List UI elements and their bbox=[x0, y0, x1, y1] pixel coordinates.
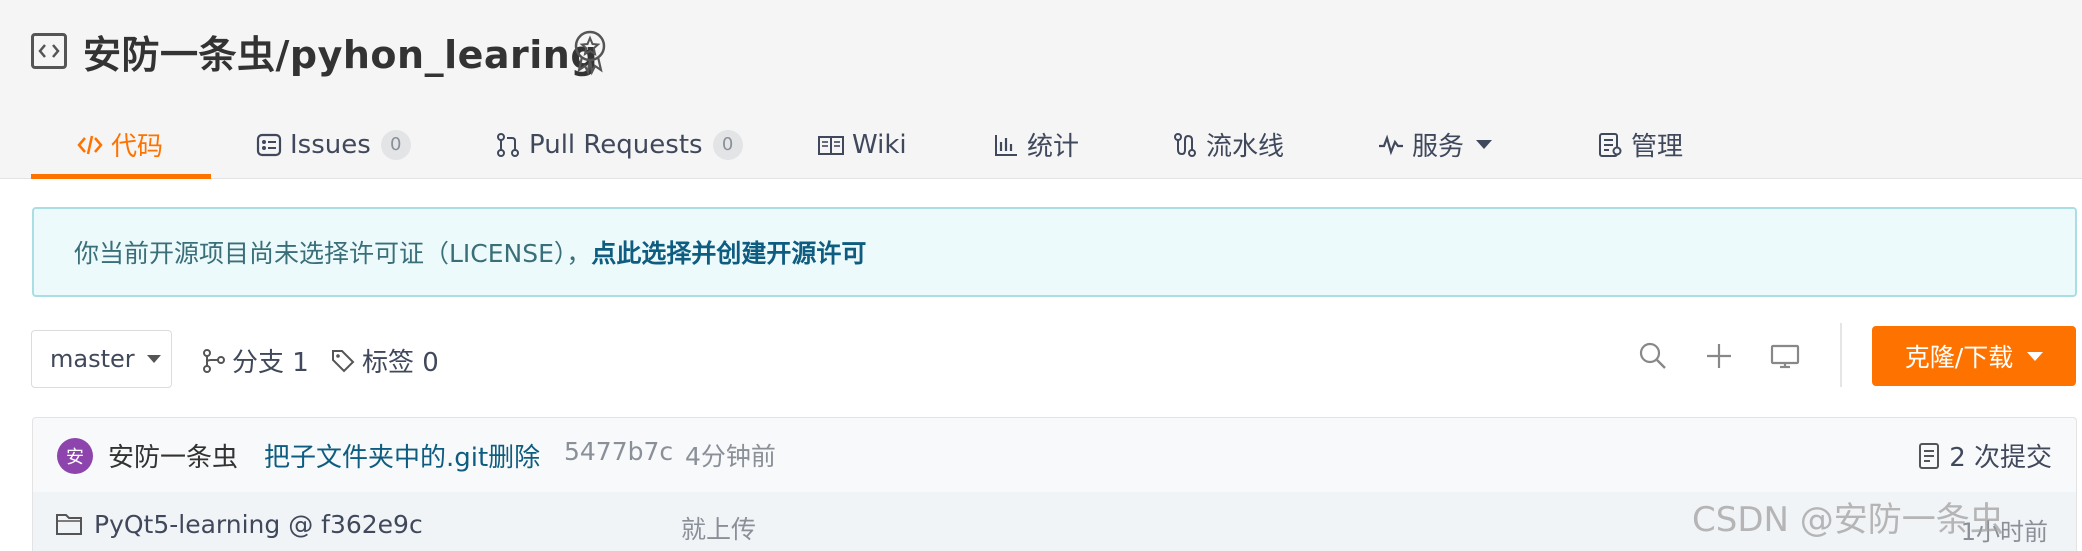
search-icon[interactable] bbox=[1637, 340, 1669, 372]
manage-icon bbox=[1597, 132, 1623, 158]
tab-manage-label: 管理 bbox=[1631, 132, 1684, 162]
tab-issues-label: Issues bbox=[290, 129, 371, 160]
tab-stats-label: 统计 bbox=[1027, 132, 1080, 162]
pipeline-icon bbox=[1172, 132, 1198, 158]
file-name-link[interactable]: PyQt5-learning @ f362e9c bbox=[94, 510, 423, 539]
pulse-icon bbox=[1378, 132, 1404, 158]
toolbar-divider bbox=[1840, 323, 1842, 387]
wiki-icon bbox=[818, 132, 844, 158]
branch-icon bbox=[203, 348, 225, 373]
chevron-down-icon bbox=[2027, 351, 2044, 361]
tags-link[interactable]: 标签 0 bbox=[330, 342, 439, 379]
commit-hash[interactable]: 5477b7c bbox=[564, 437, 673, 466]
tab-stats[interactable]: 统计 bbox=[993, 110, 1079, 179]
commit-message-link[interactable]: 把子文件夹中的.git删除 bbox=[264, 437, 540, 474]
repo-title[interactable]: 安防一条虫/pyhon_learing bbox=[83, 24, 598, 79]
add-file-icon[interactable] bbox=[1703, 340, 1735, 372]
tab-code-label: 代码 bbox=[111, 132, 164, 162]
tag-icon bbox=[332, 349, 355, 372]
tab-issues[interactable]: Issues 0 bbox=[256, 110, 411, 179]
tab-code[interactable]: 代码 bbox=[31, 110, 211, 179]
tab-services[interactable]: 服务 bbox=[1378, 110, 1493, 179]
branches-label: 分支 1 bbox=[232, 348, 309, 378]
branch-select[interactable]: master bbox=[31, 330, 172, 388]
license-notice: 你当前开源项目尚未选择许可证（LICENSE）， 点此选择并创建开源许可 bbox=[32, 207, 2077, 297]
tab-services-label: 服务 bbox=[1412, 132, 1465, 162]
web-ide-icon[interactable] bbox=[1769, 340, 1801, 372]
commit-author[interactable]: 安防一条虫 bbox=[108, 437, 238, 474]
commit-time: 4分钟前 bbox=[685, 442, 776, 471]
tab-wiki-label: Wiki bbox=[852, 129, 907, 160]
repo-code-icon bbox=[31, 33, 67, 69]
clone-download-label: 克隆/下载 bbox=[1904, 343, 2014, 372]
folder-icon bbox=[56, 514, 82, 535]
tab-manage[interactable]: 管理 bbox=[1597, 110, 1683, 179]
latest-commit-bar: 安 安防一条虫 把子文件夹中的.git删除 5477b7c 4分钟前 2 次提交 bbox=[32, 417, 2077, 493]
tab-pull-requests-label: Pull Requests bbox=[529, 129, 703, 160]
commit-count-link[interactable]: 2 次提交 bbox=[1917, 437, 2052, 474]
tags-label: 标签 0 bbox=[362, 348, 439, 378]
repo-header: 安防一条虫/pyhon_learing 代码 Issues 0 Pull Req… bbox=[0, 0, 2082, 179]
branch-select-value: master bbox=[50, 345, 135, 373]
issues-icon bbox=[256, 132, 282, 158]
tab-wiki[interactable]: Wiki bbox=[818, 110, 907, 179]
pull-requests-count-badge: 0 bbox=[712, 129, 743, 160]
clone-download-button[interactable]: 克隆/下载 bbox=[1872, 326, 2076, 386]
chevron-down-icon bbox=[1476, 140, 1493, 149]
avatar[interactable]: 安 bbox=[57, 438, 93, 474]
chart-icon bbox=[993, 132, 1019, 158]
tab-pipeline-label: 流水线 bbox=[1206, 132, 1285, 162]
create-license-link[interactable]: 点此选择并创建开源许可 bbox=[591, 234, 866, 270]
commit-count-label: 2 次提交 bbox=[1949, 443, 2052, 473]
award-badge-icon[interactable] bbox=[569, 28, 611, 76]
pull-request-icon bbox=[495, 132, 521, 158]
commits-icon bbox=[1919, 442, 1940, 469]
chevron-down-icon bbox=[146, 355, 161, 363]
tab-pull-requests[interactable]: Pull Requests 0 bbox=[495, 110, 743, 179]
watermark: CSDN @安防一条虫 bbox=[1692, 500, 2004, 540]
code-icon bbox=[77, 132, 103, 158]
file-commit-message[interactable]: 就上传 bbox=[681, 510, 756, 546]
branches-link[interactable]: 分支 1 bbox=[202, 342, 309, 379]
issues-count-badge: 0 bbox=[380, 129, 411, 160]
license-notice-text: 你当前开源项目尚未选择许可证（LICENSE）， bbox=[74, 239, 592, 268]
tab-pipeline[interactable]: 流水线 bbox=[1172, 110, 1284, 179]
